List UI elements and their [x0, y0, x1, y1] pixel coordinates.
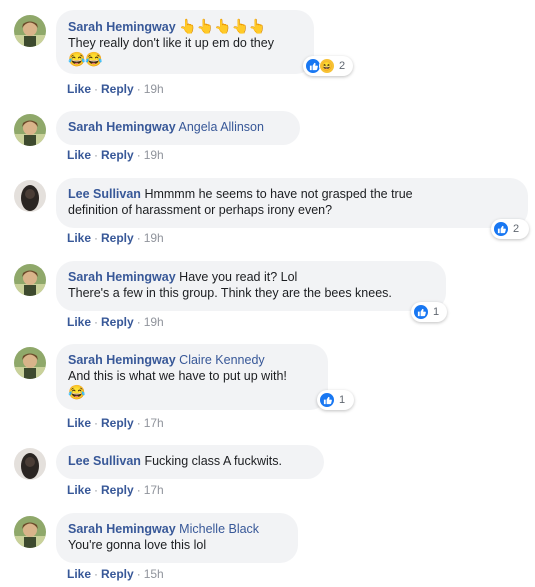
haha-icon: 😆	[319, 58, 335, 74]
comment-actions: Like · Reply · 15h	[67, 567, 164, 581]
comment-actions: Like · Reply · 17h	[67, 483, 164, 497]
reaction-summary[interactable]: 1	[411, 302, 447, 322]
tagged-user[interactable]: Claire Kennedy	[179, 353, 264, 367]
comment-bubble: Sarah Hemingway Michelle Black You're go…	[56, 513, 298, 563]
comment-actions: Like · Reply · 19h	[67, 231, 164, 245]
like-icon	[413, 304, 429, 320]
timestamp[interactable]: 17h	[144, 416, 164, 430]
comment-actions: Like · Reply · 19h	[67, 315, 164, 329]
timestamp[interactable]: 19h	[144, 231, 164, 245]
comment-bubble: Sarah Hemingway 👆👆👆👆👆 They really don't …	[56, 10, 314, 74]
comment-text-line-2: definition of harassment or perhaps iron…	[68, 203, 333, 217]
comment-text-line-2: There's a few in this group. Think they …	[68, 286, 392, 300]
comment-text: Fucking class A fuckwits.	[144, 454, 282, 468]
reply-link[interactable]: Reply	[101, 416, 134, 430]
comment-author[interactable]: Lee Sullivan	[68, 187, 141, 201]
comment-author[interactable]: Sarah Hemingway	[68, 20, 176, 34]
laughing-emoji-icon: 😂	[68, 384, 86, 400]
reaction-summary[interactable]: 1	[317, 390, 354, 410]
timestamp[interactable]: 19h	[144, 315, 164, 329]
comment-author[interactable]: Sarah Hemingway	[68, 353, 176, 367]
comment-text: Hmmmm he seems to have not grasped the t…	[144, 187, 413, 201]
reaction-count: 1	[433, 306, 440, 318]
like-icon	[319, 392, 335, 408]
reply-link[interactable]: Reply	[101, 231, 134, 245]
comment-bubble: Lee Sullivan Fucking class A fuckwits.	[56, 445, 324, 479]
comment-author[interactable]: Sarah Hemingway	[68, 120, 176, 134]
reaction-summary[interactable]: 😆 2	[303, 56, 353, 76]
reply-link[interactable]: Reply	[101, 148, 134, 162]
pointing-up-emoji-icon: 👆👆👆👆👆	[179, 18, 267, 34]
avatar[interactable]	[14, 516, 46, 548]
like-link[interactable]: Like	[67, 416, 91, 430]
reply-link[interactable]: Reply	[101, 567, 134, 581]
timestamp[interactable]: 19h	[144, 82, 164, 96]
reaction-count: 2	[339, 60, 346, 72]
comment-bubble: Sarah Hemingway Have you read it? Lol Th…	[56, 261, 446, 311]
comment-author[interactable]: Sarah Hemingway	[68, 270, 176, 284]
avatar[interactable]	[14, 448, 46, 480]
avatar[interactable]	[14, 114, 46, 146]
like-link[interactable]: Like	[67, 82, 91, 96]
like-link[interactable]: Like	[67, 567, 91, 581]
comment-author[interactable]: Sarah Hemingway	[68, 522, 176, 536]
comment-bubble: Lee Sullivan Hmmmm he seems to have not …	[56, 178, 528, 228]
comment-actions: Like · Reply · 17h	[67, 416, 164, 430]
timestamp[interactable]: 19h	[144, 148, 164, 162]
like-link[interactable]: Like	[67, 315, 91, 329]
reply-link[interactable]: Reply	[101, 315, 134, 329]
timestamp[interactable]: 15h	[144, 567, 164, 581]
like-link[interactable]: Like	[67, 483, 91, 497]
reaction-count: 1	[339, 394, 346, 406]
comment-text: And this is what we have to put up with!	[68, 369, 287, 383]
tagged-user[interactable]: Angela Allinson	[178, 120, 263, 134]
comment-text: You're gonna love this lol	[68, 538, 207, 552]
tagged-user[interactable]: Michelle Black	[179, 522, 259, 536]
reaction-summary[interactable]: 2	[491, 219, 529, 239]
like-link[interactable]: Like	[67, 231, 91, 245]
reply-link[interactable]: Reply	[101, 483, 134, 497]
avatar[interactable]	[14, 347, 46, 379]
comment-text: Have you read it? Lol	[179, 270, 298, 284]
comment-text: They really don't like it up em do they	[68, 36, 274, 50]
timestamp[interactable]: 17h	[144, 483, 164, 497]
reply-link[interactable]: Reply	[101, 82, 134, 96]
avatar[interactable]	[14, 264, 46, 296]
comment-bubble: Sarah Hemingway Angela Allinson	[56, 111, 300, 145]
avatar[interactable]	[14, 180, 46, 212]
comment-bubble: Sarah Hemingway Claire Kennedy And this …	[56, 344, 328, 410]
comment-author[interactable]: Lee Sullivan	[68, 454, 141, 468]
laughing-emoji-icon: 😂😂	[68, 51, 103, 67]
comment-actions: Like · Reply · 19h	[67, 82, 164, 96]
like-link[interactable]: Like	[67, 148, 91, 162]
like-icon	[493, 221, 509, 237]
comment-actions: Like · Reply · 19h	[67, 148, 164, 162]
reaction-count: 2	[513, 223, 520, 235]
avatar[interactable]	[14, 15, 46, 47]
